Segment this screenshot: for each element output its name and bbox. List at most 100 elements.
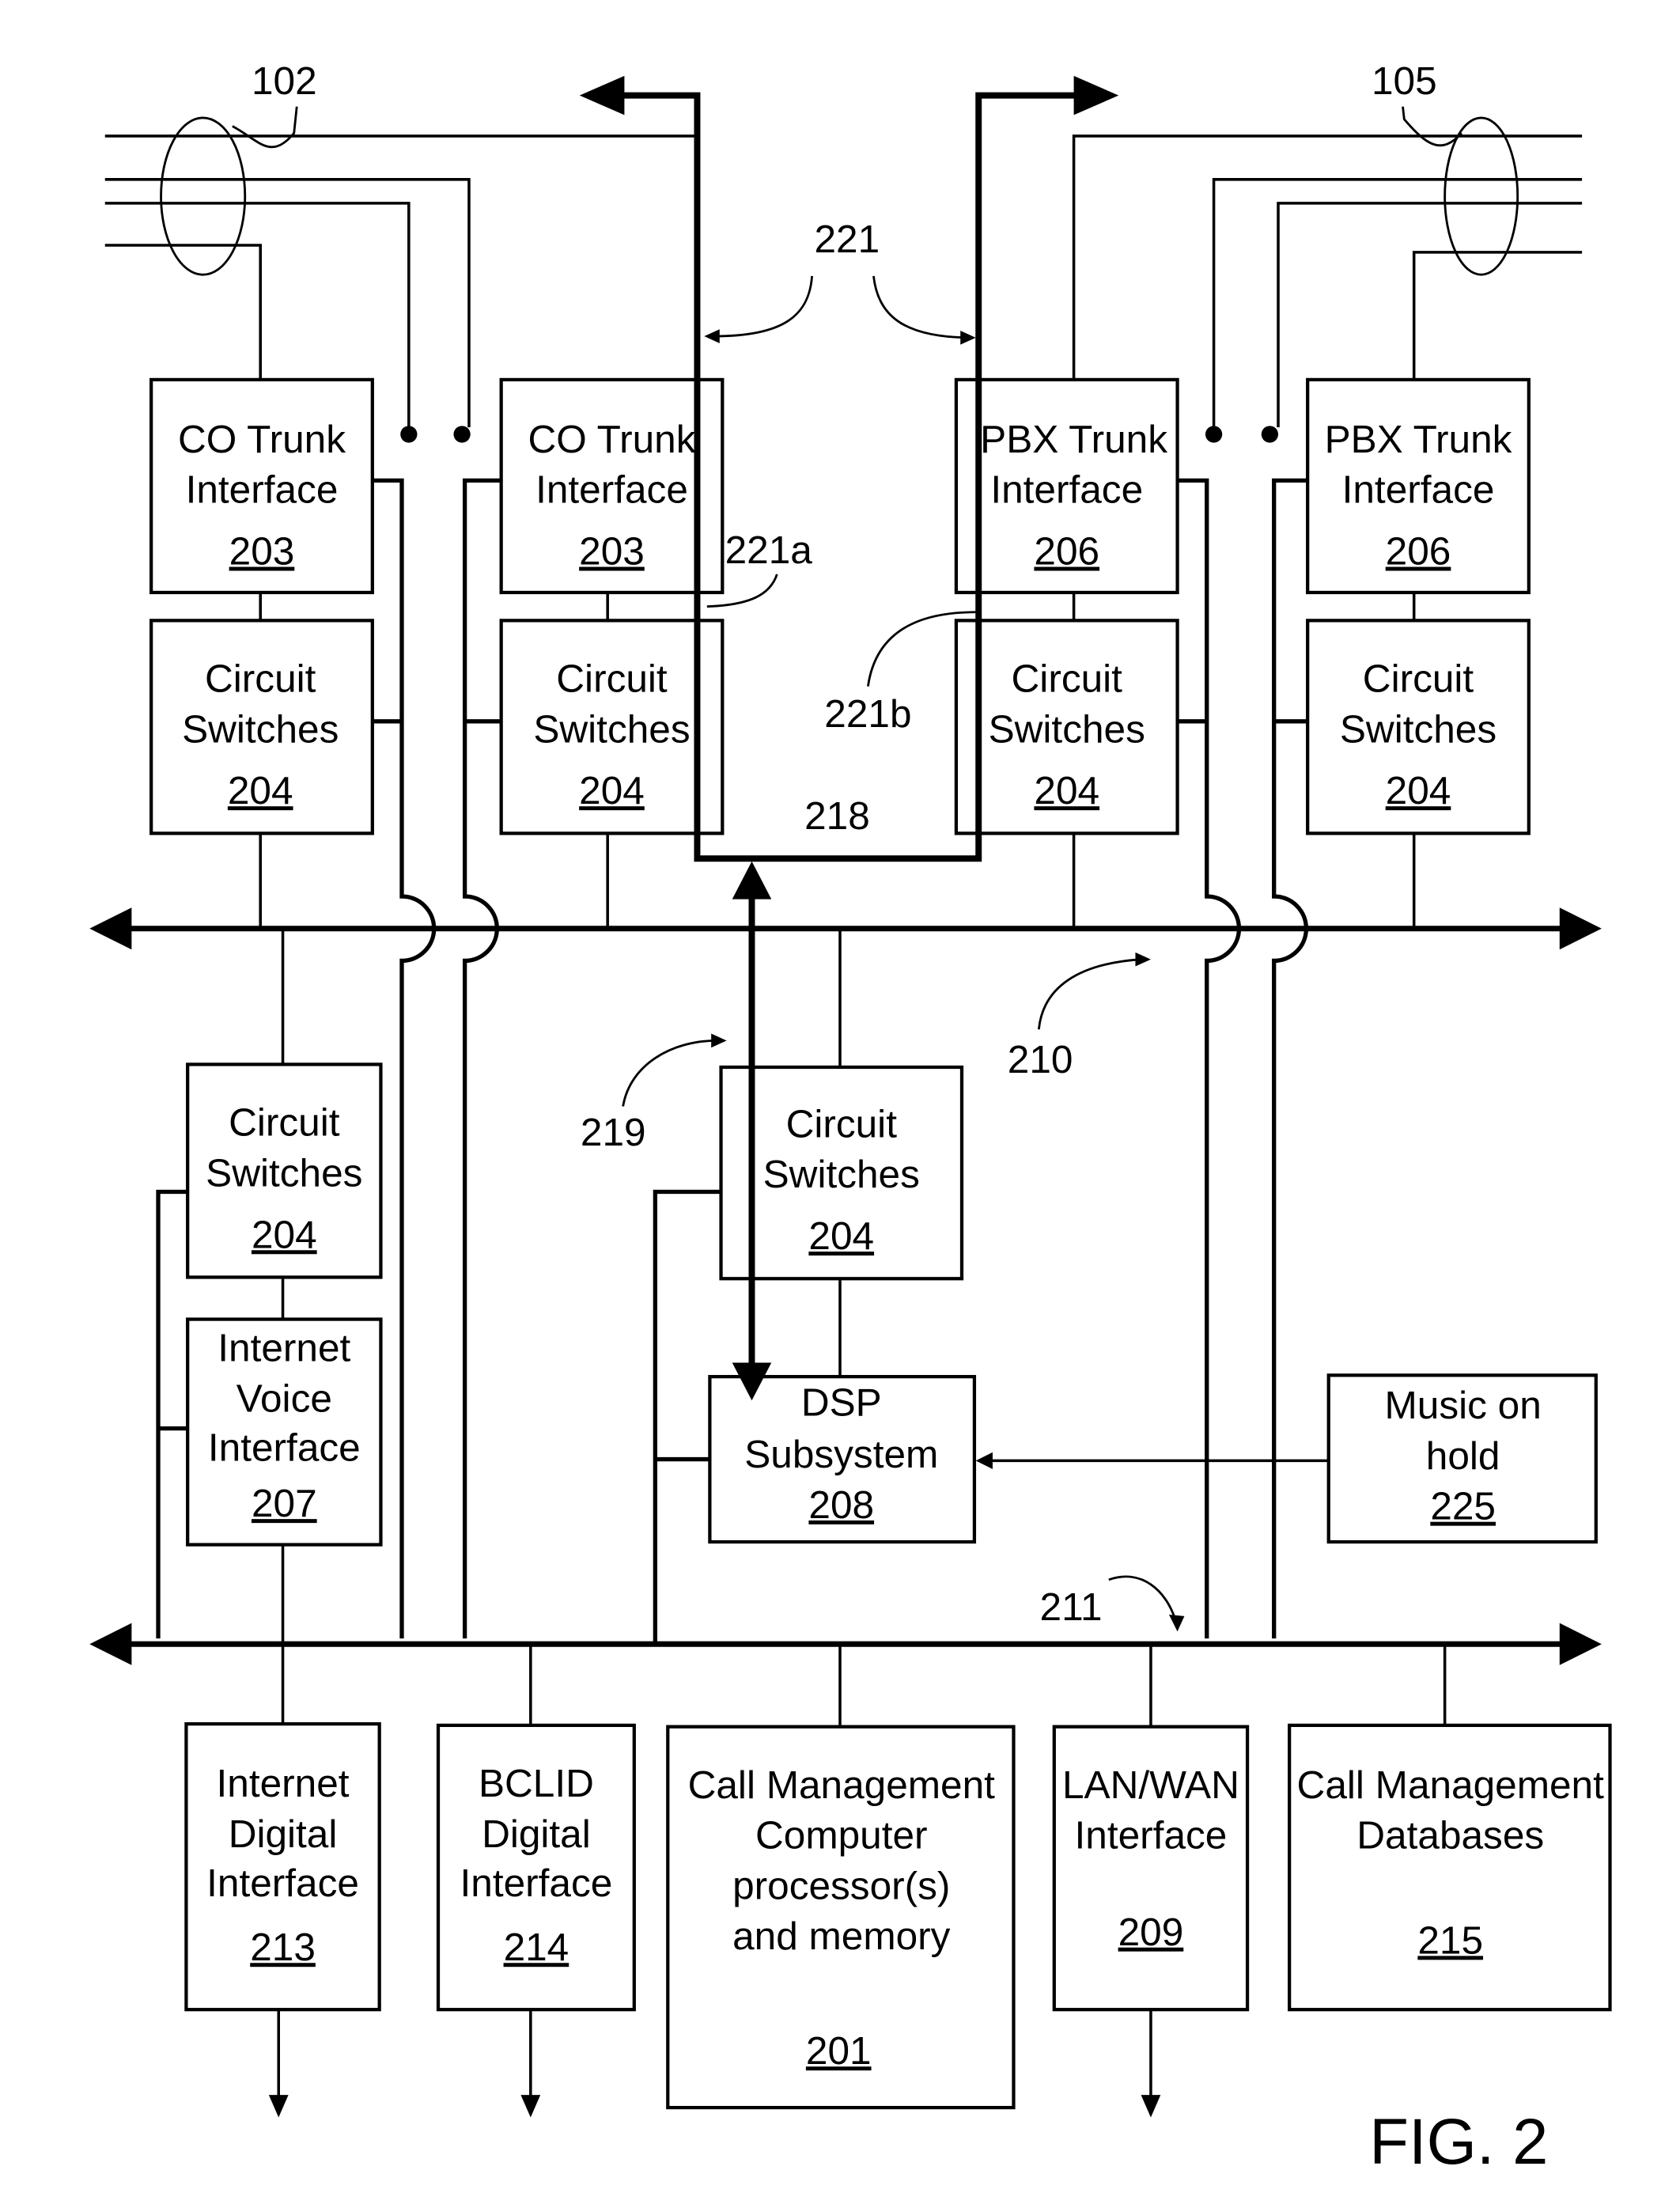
block-music-on-hold[interactable]: Music on hold 225 [1326, 1373, 1598, 1544]
block-pbx-trunk-1[interactable]: PBX Trunk Interface 206 [954, 377, 1179, 595]
block-internet-voice-interface[interactable]: Internet Voice Interface 207 [186, 1317, 383, 1547]
block-ref: 215 [1417, 1918, 1483, 1962]
block-ref: 204 [808, 1214, 874, 1258]
control-line [1272, 478, 1308, 1639]
block-dsp-subsystem[interactable]: DSP Subsystem 208 [708, 1375, 977, 1544]
callout-102: 102 [252, 59, 317, 103]
block-label: Interface [460, 1861, 613, 1905]
ellipsis-dot [453, 426, 471, 443]
block-ref: 225 [1430, 1484, 1496, 1528]
block-label: Interface [990, 468, 1143, 512]
block-label: Interface [208, 1425, 361, 1469]
leader-105 [1402, 106, 1462, 147]
block-ref: 201 [806, 2028, 872, 2073]
leader-arrowhead [711, 1033, 727, 1048]
block-label: Switches [206, 1150, 362, 1195]
callout-221a: 221a [725, 528, 813, 572]
block-circuit-switches-top-3[interactable]: Circuit Switches 204 [954, 619, 1179, 835]
bus-211 [89, 1623, 1602, 1665]
block-ref: 214 [504, 1925, 569, 1969]
ellipsis-dot [400, 426, 418, 443]
path-arrow-left [579, 75, 625, 116]
patent-figure-2: 102 105 CO Trunk Interface 203 CO Trunk … [89, 59, 1612, 2178]
block-call-management-databases[interactable]: Call Management Databases 215 [1288, 1723, 1612, 2012]
block-label: Interface [186, 468, 339, 512]
callout-211: 211 [1040, 1585, 1103, 1629]
leader-arrowhead [1168, 1615, 1185, 1632]
block-circuit-switches-mid-center[interactable]: Circuit Switches 204 [719, 1065, 964, 1281]
ellipsis-dot [1205, 426, 1223, 443]
block-ref: 203 [579, 529, 645, 574]
block-ref: 209 [1118, 1910, 1184, 1954]
block-label: Interface [206, 1861, 359, 1905]
bus-arrow-left [89, 907, 132, 950]
figure-label: FIG. 2 [1369, 2106, 1548, 2178]
bus-arrow-left [89, 1623, 132, 1665]
leader-arrowhead [704, 329, 720, 343]
block-label: Call Management [1297, 1763, 1605, 1807]
block-ref: 206 [1034, 529, 1099, 574]
leader-211 [1108, 1575, 1178, 1623]
block-ref: 204 [252, 1212, 317, 1256]
leader-210 [1037, 958, 1141, 1030]
control-line [156, 1189, 188, 1639]
block-label: LAN/WAN [1062, 1763, 1239, 1807]
block-ref: 207 [252, 1481, 317, 1525]
block-label: CO Trunk [178, 417, 346, 461]
block-label: Switches [182, 706, 339, 751]
block-label: PBX Trunk [980, 417, 1167, 461]
callout-105: 105 [1372, 59, 1437, 103]
block-ref: 208 [808, 1483, 874, 1527]
bus-210 [89, 907, 1602, 950]
block-label: Internet [217, 1761, 350, 1805]
output-arrow [1141, 2095, 1161, 2118]
block-ref: 206 [1386, 529, 1451, 574]
block-co-trunk-2[interactable]: CO Trunk Interface 203 [499, 377, 725, 595]
bus-arrow-right [1559, 1623, 1602, 1665]
block-circuit-switches-top-4[interactable]: Circuit Switches 204 [1306, 619, 1531, 835]
leader-arrowhead [960, 330, 976, 345]
bundle-ellipse-102 [160, 116, 247, 276]
block-label: DSP [801, 1380, 882, 1425]
block-circuit-switches-mid-left[interactable]: Circuit Switches 204 [186, 1062, 383, 1279]
block-label: hold [1426, 1433, 1500, 1478]
block-label: BCLID [479, 1761, 594, 1805]
callout-210: 210 [1008, 1037, 1073, 1081]
leader-219 [622, 1039, 717, 1107]
block-ref: 203 [229, 529, 295, 574]
block-co-trunk-1[interactable]: CO Trunk Interface 203 [149, 377, 374, 595]
block-call-management-computer[interactable]: Call Management Computer processor(s) an… [666, 1725, 1016, 2110]
block-label: Internet [218, 1326, 350, 1370]
block-label: Circuit [205, 657, 316, 701]
ellipsis-dot [1261, 426, 1279, 443]
block-label: Digital [229, 1812, 338, 1856]
block-label: Circuit [556, 657, 668, 701]
bus-arrow-right [1559, 907, 1602, 950]
callout-218: 218 [804, 793, 870, 838]
block-label: Databases [1356, 1813, 1544, 1858]
callout-219: 219 [581, 1110, 646, 1154]
block-pbx-trunk-2[interactable]: PBX Trunk Interface 206 [1306, 377, 1531, 595]
block-ref: 204 [1034, 768, 1099, 812]
block-circuit-switches-top-1[interactable]: Circuit Switches 204 [149, 619, 374, 835]
block-label: Computer [755, 1813, 928, 1858]
block-bclid-digital-interface[interactable]: BCLID Digital Interface 214 [436, 1723, 636, 2012]
trunk-line [1412, 251, 1583, 379]
block-label: Switches [1340, 706, 1496, 751]
block-internet-digital-interface[interactable]: Internet Digital Interface 213 [184, 1721, 381, 2012]
block-circuit-switches-top-2[interactable]: Circuit Switches 204 [499, 619, 725, 835]
block-lan-wan-interface[interactable]: LAN/WAN Interface 209 [1052, 1725, 1250, 2012]
output-arrow [268, 2095, 289, 2118]
block-label: Circuit [1363, 657, 1474, 701]
output-arrow [520, 2095, 541, 2118]
leader-221-left [713, 275, 814, 338]
control-line [462, 478, 501, 1639]
block-label: Switches [533, 706, 690, 751]
block-label: and memory [732, 1914, 951, 1958]
block-label: Interface [1075, 1813, 1228, 1858]
block-label: Interface [535, 468, 688, 512]
block-label: Switches [763, 1152, 920, 1196]
leader-arrowhead [1135, 952, 1151, 967]
block-label: processor(s) [732, 1863, 950, 1907]
callout-221b: 221b [824, 691, 911, 736]
